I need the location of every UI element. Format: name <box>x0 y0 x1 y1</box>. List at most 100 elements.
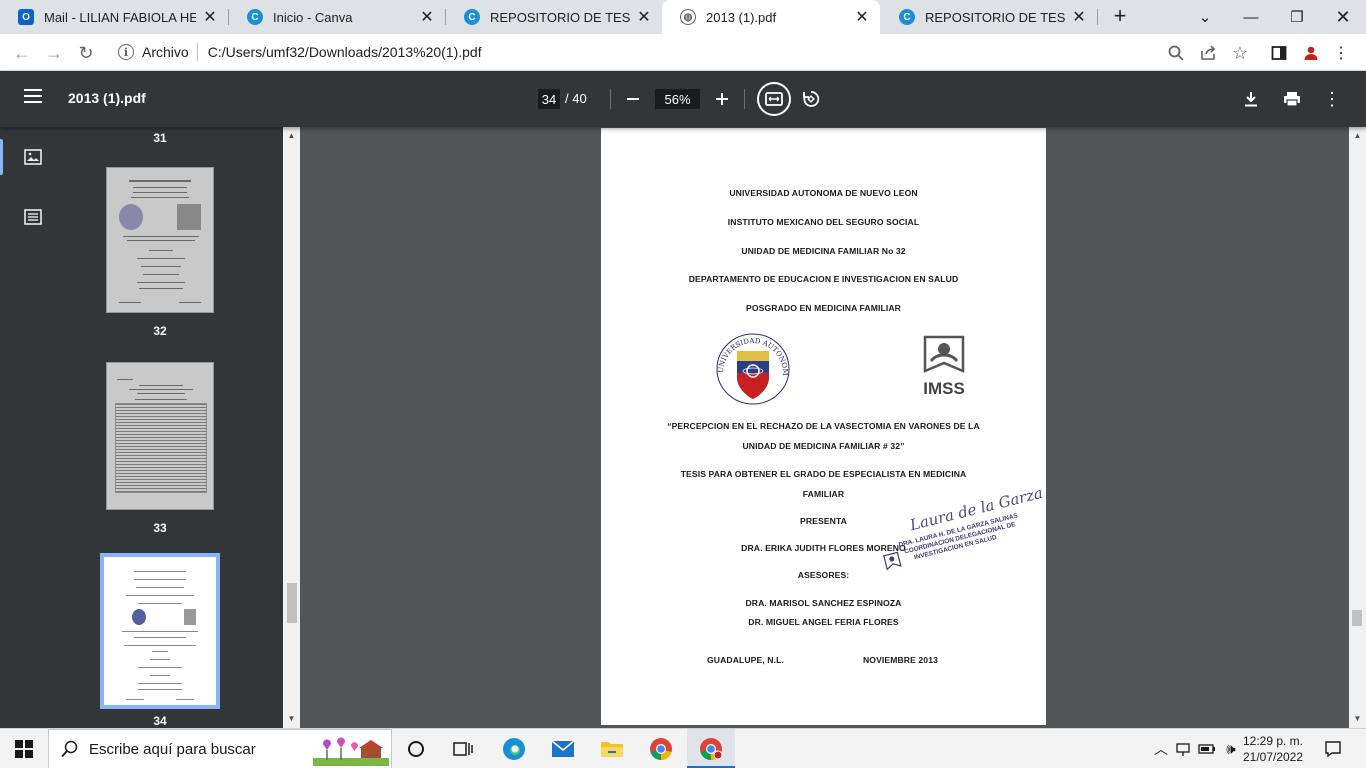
close-icon[interactable]: ✕ <box>636 7 652 27</box>
doc-purpose-line1: TESIS PARA OBTENER EL GRADO DE ESPECIALI… <box>680 469 967 479</box>
zoom-out-button[interactable] <box>621 87 645 111</box>
thumbnails-view-icon[interactable] <box>24 149 42 170</box>
sidebar-scrollbar[interactable] <box>283 127 300 728</box>
active-tab-indicator <box>0 139 3 175</box>
close-icon[interactable]: ✕ <box>202 7 218 27</box>
task-view-icon[interactable] <box>450 737 476 761</box>
profile-avatar-icon[interactable] <box>1300 42 1322 64</box>
close-window-icon[interactable]: ✕ <box>1320 0 1366 34</box>
thumbnail-label: 31 <box>153 131 167 145</box>
address-scheme: Archivo <box>142 44 189 60</box>
more-menu-icon[interactable]: ⋮ <box>1330 42 1352 64</box>
tab-title: Inicio - Canva <box>273 9 353 25</box>
file-explorer-icon[interactable] <box>599 737 625 761</box>
zoom-magnifier-icon[interactable] <box>1165 42 1187 64</box>
forward-icon[interactable]: → <box>41 40 67 66</box>
info-icon[interactable]: i <box>118 44 134 60</box>
tab-search-icon[interactable]: ⌄ <box>1182 0 1228 34</box>
tab-title: Mail - LILIAN FABIOLA HERN <box>44 9 196 25</box>
tab-separator <box>1097 9 1098 25</box>
thumbnail-label: 32 <box>153 324 167 338</box>
new-tab-button[interactable]: + <box>1108 5 1132 29</box>
scroll-down-arrow-icon[interactable]: ▼ <box>283 712 300 726</box>
cortana-icon[interactable] <box>403 737 429 761</box>
thumbnail-label: 34 <box>153 714 167 728</box>
network-icon[interactable] <box>1170 737 1196 761</box>
restore-icon[interactable]: ❐ <box>1274 0 1320 34</box>
tab-title: 2013 (1).pdf <box>706 9 777 25</box>
address-divider <box>196 43 198 61</box>
taskbar-search-box[interactable]: Escribe aquí para buscar <box>48 729 392 768</box>
clock-time: 12:29 p. m. <box>1242 734 1304 748</box>
thumbnail-page-33[interactable] <box>106 362 214 510</box>
print-icon[interactable] <box>1280 87 1304 111</box>
address-bar[interactable]: i Archivo C:/Users/umf32/Downloads/2013%… <box>110 37 1160 67</box>
scroll-up-arrow-icon[interactable]: ▲ <box>283 129 300 143</box>
pdf-viewer-area: UNIVERSIDAD AUTONOMA DE NUEVO LEON INSTI… <box>300 127 1349 728</box>
close-icon[interactable]: ✕ <box>1071 7 1087 27</box>
tab-mail[interactable]: O Mail - LILIAN FABIOLA HERN ✕ <box>0 0 228 34</box>
menu-icon[interactable] <box>24 89 42 103</box>
system-clock[interactable]: 12:29 p. m. 21/07/2022 <box>1238 733 1308 765</box>
back-icon[interactable]: ← <box>9 40 35 66</box>
download-icon[interactable] <box>1239 87 1263 111</box>
viewer-scroll-up-arrow-icon[interactable]: ▲ <box>1349 129 1366 143</box>
chrome-icon[interactable] <box>648 737 674 761</box>
outlook-icon: O <box>18 9 34 25</box>
doc-heading-department: DEPARTAMENTO DE EDUCACION E INVESTIGACIO… <box>688 274 959 284</box>
reload-icon[interactable]: ↻ <box>73 40 99 66</box>
viewer-scrollbar[interactable] <box>1349 127 1366 728</box>
zoom-in-button[interactable] <box>710 87 734 111</box>
viewer-scroll-down-arrow-icon[interactable]: ▼ <box>1349 712 1366 726</box>
doc-advisor-1: DRA. MARISOL SANCHEZ ESPINOZA <box>745 598 902 608</box>
doc-purpose-line2: FAMILIAR <box>802 489 845 499</box>
close-icon[interactable]: ✕ <box>854 7 870 27</box>
share-icon[interactable] <box>1197 42 1219 64</box>
doc-date: NOVIEMBRE 2013 <box>863 655 938 665</box>
doc-thesis-title-line2: UNIDAD DE MEDICINA FAMILIAR # 32” <box>742 441 905 451</box>
toolbar-divider <box>744 89 745 109</box>
bookmark-star-icon[interactable]: ☆ <box>1229 42 1251 64</box>
pdf-title: 2013 (1).pdf <box>68 90 146 106</box>
tab-title: REPOSITORIO DE TESIS UMF <box>490 9 630 25</box>
page-total: / 40 <box>565 91 587 106</box>
mail-icon[interactable] <box>550 737 576 761</box>
tab-repositorio-1[interactable]: C REPOSITORIO DE TESIS UMF ✕ <box>446 0 662 34</box>
pdf-more-menu-icon[interactable]: ⋮ <box>1320 87 1344 111</box>
edge-browser-icon[interactable] <box>501 737 527 761</box>
page-number-input[interactable]: 34 <box>538 89 560 109</box>
notifications-icon[interactable] <box>1320 737 1346 761</box>
rotate-icon[interactable] <box>799 87 823 111</box>
sidebar-tabs <box>0 127 60 728</box>
fit-to-page-button[interactable] <box>757 82 791 116</box>
viewer-scrollbar-thumb[interactable] <box>1352 610 1362 626</box>
minimize-icon[interactable]: — <box>1228 0 1274 34</box>
university-seal-logo: UNIVERSIDAD AUTONOMA DE NUEVO LEON <box>711 327 791 410</box>
tab-pdf-active[interactable]: ◍ 2013 (1).pdf ✕ <box>662 0 880 34</box>
zoom-level-input[interactable]: 56% <box>655 89 700 109</box>
tab-canva[interactable]: C Inicio - Canva ✕ <box>229 0 445 34</box>
outline-view-icon[interactable] <box>24 209 42 230</box>
stamp-seal-icon <box>883 551 902 571</box>
thumbnail-page-32[interactable] <box>106 167 214 313</box>
doc-heading-unit: UNIDAD DE MEDICINA FAMILIAR No 32 <box>741 246 906 256</box>
doc-place: GUADALUPE, N.L. <box>707 655 784 665</box>
battery-icon[interactable] <box>1194 737 1220 761</box>
tab-repositorio-2[interactable]: C REPOSITORIO DE TESIS UMF ✕ <box>881 0 1097 34</box>
side-panel-icon[interactable] <box>1268 42 1290 64</box>
thumbnail-list: 31 32 33 34 <box>60 127 282 728</box>
search-placeholder: Escribe aquí para buscar <box>89 740 256 758</box>
windows-start-icon[interactable] <box>11 737 37 761</box>
doc-heading-university: UNIVERSIDAD AUTONOMA DE NUEVO LEON <box>729 188 918 198</box>
tab-title: REPOSITORIO DE TESIS UMF <box>925 9 1065 25</box>
chrome-profile-icon[interactable] <box>698 737 724 761</box>
address-url[interactable]: C:/Users/umf32/Downloads/2013%20(1).pdf <box>208 44 482 60</box>
imss-logo: IMSS <box>917 335 971 398</box>
sidebar-scrollbar-thumb[interactable] <box>287 583 297 623</box>
close-icon[interactable]: ✕ <box>419 7 435 27</box>
pdf-page: UNIVERSIDAD AUTONOMA DE NUEVO LEON INSTI… <box>601 128 1046 725</box>
thumbnail-page-34[interactable] <box>100 553 220 709</box>
canva-icon: C <box>464 9 480 25</box>
search-highlight-tulips-icon <box>313 734 389 768</box>
search-icon <box>61 740 79 758</box>
